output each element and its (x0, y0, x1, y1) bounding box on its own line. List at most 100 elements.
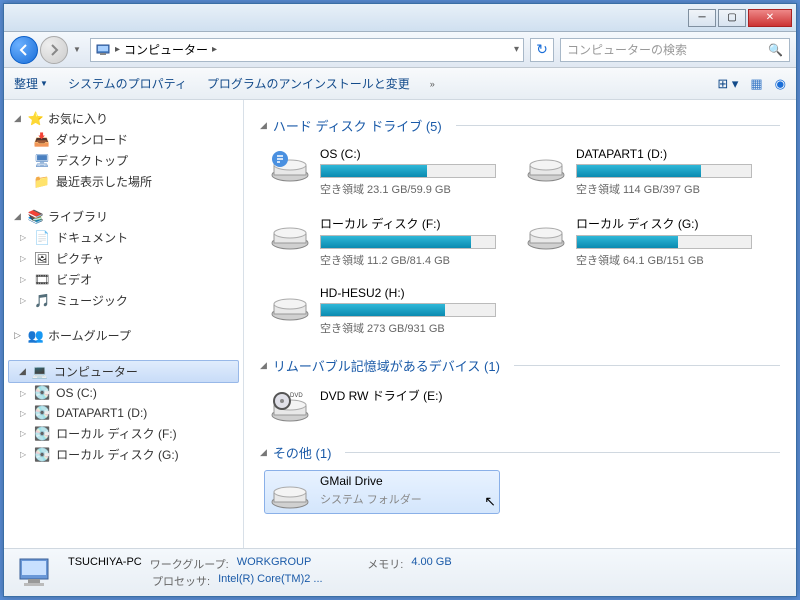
preview-pane-button[interactable]: ▦ (750, 76, 762, 92)
expand-icon: ▷ (14, 330, 24, 341)
back-button[interactable] (10, 36, 38, 64)
drive-capacity-bar (320, 235, 496, 249)
sidebar-computer-header[interactable]: ◢ 💻 コンピューター (8, 360, 239, 383)
star-icon: ⭐ (28, 111, 44, 127)
main-content: ◢ ハード ディスク ドライブ (5) OS (C:)空き領域 23.1 GB/… (244, 100, 796, 548)
refresh-button[interactable]: ↻ (530, 38, 554, 62)
sidebar-homegroup-header[interactable]: ▷ 👥 ホームグループ (4, 325, 243, 346)
explorer-window: ─ ▢ ✕ ▼ ▸ コンピューター ▸ ▾ ↻ コンピューターの検索 🔍 (3, 3, 797, 597)
homegroup-icon: 👥 (28, 328, 44, 344)
collapse-icon: ◢ (260, 447, 267, 458)
drive-space-text: 空き領域 114 GB/397 GB (576, 181, 752, 197)
collapse-icon: ◢ (19, 366, 26, 377)
search-placeholder: コンピューターの検索 (567, 41, 687, 58)
recent-icon: 📁 (34, 174, 50, 190)
hdd-icon (524, 147, 568, 183)
sidebar-item-music[interactable]: ▷ 🎵 ミュージック (4, 290, 243, 311)
sidebar-libraries-header[interactable]: ◢ 📚 ライブラリ (4, 206, 243, 227)
view-options-button[interactable]: ⊞ ▾ (717, 76, 738, 92)
drive-name: HD-HESU2 (H:) (320, 286, 496, 300)
navbar: ▼ ▸ コンピューター ▸ ▾ ↻ コンピューターの検索 🔍 (4, 32, 796, 68)
breadcrumb[interactable]: ▸ コンピューター ▸ ▾ (90, 38, 524, 62)
drive-name: OS (C:) (320, 147, 496, 161)
download-icon: 📥 (34, 132, 50, 148)
uninstall-programs-button[interactable]: プログラムのアンインストールと変更 (207, 75, 410, 92)
toolbar-chevron[interactable]: » (430, 79, 435, 89)
computer-icon (16, 555, 56, 591)
svg-text:DVD: DVD (290, 393, 303, 399)
drive-item-gmail[interactable]: GMail Drive システム フォルダー ↖ (264, 470, 500, 514)
drive-icon: 💽 (34, 447, 50, 463)
sidebar-item-drive-d[interactable]: ▷ 💽 DATAPART1 (D:) (4, 403, 243, 423)
search-input[interactable]: コンピューターの検索 🔍 (560, 38, 790, 62)
expand-icon: ▷ (20, 409, 26, 418)
expand-icon: ▷ (20, 389, 26, 398)
drive-space-text: 空き領域 273 GB/931 GB (320, 320, 496, 336)
hdd-icon (268, 147, 312, 183)
chevron-icon: ▸ (212, 44, 217, 55)
drive-item[interactable]: DATAPART1 (D:) 空き領域 114 GB/397 GB (520, 143, 756, 201)
drive-name: DATAPART1 (D:) (576, 147, 752, 161)
chevron-down-icon[interactable]: ▾ (514, 44, 519, 55)
drive-item[interactable]: ローカル ディスク (F:)空き領域 11.2 GB/81.4 GB (264, 211, 500, 272)
sidebar-favorites-header[interactable]: ◢ ⭐ お気に入り (4, 108, 243, 129)
expand-icon: ▷ (20, 296, 26, 305)
drive-icon: 💽 (34, 385, 50, 401)
collapse-icon: ◢ (14, 113, 24, 124)
drive-name: GMail Drive (320, 474, 476, 488)
hdd-icon (524, 215, 568, 251)
sidebar-item-pictures[interactable]: ▷ 🖼 ピクチャ (4, 248, 243, 269)
expand-icon: ▷ (20, 450, 26, 459)
search-icon: 🔍 (768, 43, 783, 57)
expand-icon: ▷ (20, 233, 26, 242)
drive-item[interactable]: DVD DVD RW ドライブ (E:) (264, 383, 500, 427)
help-button[interactable]: ◉ (775, 76, 786, 92)
drive-capacity-bar (576, 235, 752, 249)
expand-icon: ▷ (20, 254, 26, 263)
section-other[interactable]: ◢ その他 (1) (260, 443, 780, 462)
drive-item[interactable]: ローカル ディスク (G:)空き領域 64.1 GB/151 GB (520, 211, 756, 272)
system-properties-button[interactable]: システムのプロパティ (68, 75, 187, 92)
cursor-icon: ↖ (484, 493, 496, 510)
library-icon: 📚 (28, 209, 44, 225)
titlebar: ─ ▢ ✕ (4, 4, 796, 32)
computer-icon: 💻 (32, 364, 48, 380)
section-hdd[interactable]: ◢ ハード ディスク ドライブ (5) (260, 116, 780, 135)
drive-icon: 💽 (34, 426, 50, 442)
collapse-icon: ◢ (260, 360, 267, 371)
maximize-button[interactable]: ▢ (718, 9, 746, 27)
pc-name: TSUCHIYA-PC (68, 556, 142, 572)
sidebar-item-videos[interactable]: ▷ 🎞 ビデオ (4, 269, 243, 290)
sidebar-item-desktop[interactable]: 🖥 デスクトップ (4, 150, 243, 171)
sidebar-item-downloads[interactable]: 📥 ダウンロード (4, 129, 243, 150)
drive-icon: 💽 (34, 405, 50, 421)
sidebar-item-drive-c[interactable]: ▷ 💽 OS (C:) (4, 383, 243, 403)
breadcrumb-location: コンピューター (124, 41, 208, 58)
collapse-icon: ◢ (260, 120, 267, 131)
hdd-icon (268, 215, 312, 251)
desktop-icon: 🖥 (34, 153, 50, 169)
organize-menu[interactable]: 整理 ▼ (14, 75, 48, 92)
picture-icon: 🖼 (34, 251, 50, 267)
collapse-icon: ◢ (14, 211, 24, 222)
sidebar-item-recent[interactable]: 📁 最近表示した場所 (4, 171, 243, 192)
drive-name: ローカル ディスク (F:) (320, 215, 496, 232)
toolbar: 整理 ▼ システムのプロパティ プログラムのアンインストールと変更 » ⊞ ▾ … (4, 68, 796, 100)
document-icon: 📄 (34, 230, 50, 246)
expand-icon: ▷ (20, 275, 26, 284)
drive-item[interactable]: OS (C:)空き領域 23.1 GB/59.9 GB (264, 143, 500, 201)
close-button[interactable]: ✕ (748, 9, 792, 27)
sidebar-item-drive-g[interactable]: ▷ 💽 ローカル ディスク (G:) (4, 444, 243, 465)
minimize-button[interactable]: ─ (688, 9, 716, 27)
section-removable[interactable]: ◢ リムーバブル記憶域があるデバイス (1) (260, 356, 780, 375)
drive-subtitle: システム フォルダー (320, 491, 476, 507)
drive-name: DVD RW ドライブ (E:) (320, 387, 496, 404)
sidebar-item-drive-f[interactable]: ▷ 💽 ローカル ディスク (F:) (4, 423, 243, 444)
forward-button[interactable] (40, 36, 68, 64)
drive-space-text: 空き領域 64.1 GB/151 GB (576, 252, 752, 268)
drive-item[interactable]: HD-HESU2 (H:) 空き領域 273 GB/931 GB (264, 282, 500, 340)
sidebar-item-documents[interactable]: ▷ 📄 ドキュメント (4, 227, 243, 248)
history-dropdown[interactable]: ▼ (70, 36, 84, 64)
details-pane: TSUCHIYA-PC ワークグループ: WORKGROUP メモリ: 4.00… (4, 548, 796, 596)
chevron-icon: ▸ (115, 44, 120, 55)
